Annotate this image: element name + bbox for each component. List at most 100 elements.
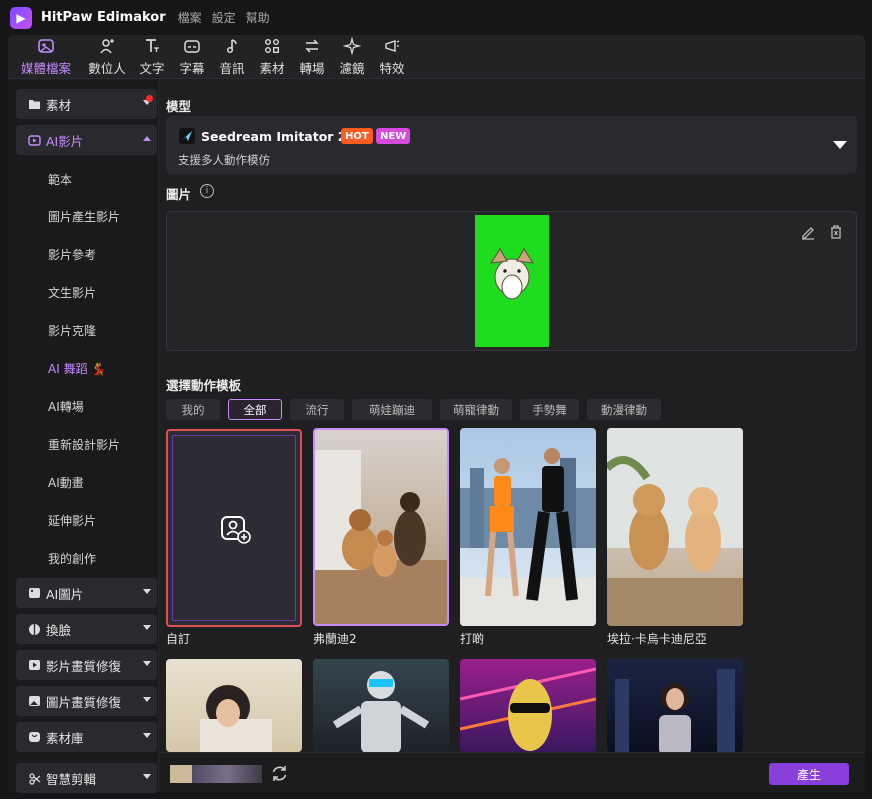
template-card-cats[interactable]: [607, 428, 743, 626]
tab-mine[interactable]: 我的: [166, 399, 220, 420]
chevron-down-icon: [143, 774, 151, 779]
tab-all[interactable]: 全部: [228, 399, 282, 420]
cat-smart-edit[interactable]: 智慧剪輯: [16, 763, 157, 793]
main-toolbar: 媒體檔案 數位人 文字 字幕 音訊 素材 轉場 濾鏡 特效: [8, 35, 865, 79]
banana-thumbnail: [460, 667, 596, 751]
info-icon[interactable]: i: [200, 184, 214, 198]
cat-ai-image[interactable]: AI圖片: [16, 578, 157, 608]
chevron-down-icon: [143, 625, 151, 630]
avatar-add-icon: [98, 36, 116, 56]
sub-ai-animation[interactable]: AI動畫: [48, 474, 84, 491]
generate-button[interactable]: 產生: [769, 763, 849, 785]
cat-label: 影片畫質修復: [46, 658, 122, 674]
hot-badge: HOT: [341, 128, 373, 144]
template-card-robot[interactable]: [313, 659, 449, 752]
image-upload-area[interactable]: [166, 211, 857, 351]
caption-icon: [183, 36, 201, 56]
tab-anime-rhythm[interactable]: 動漫律動: [587, 399, 661, 420]
refresh-icon[interactable]: [270, 764, 289, 787]
sub-my-creations[interactable]: 我的創作: [48, 550, 96, 567]
tool-label: 轉場: [299, 61, 325, 76]
cat-label: 素材: [46, 97, 72, 113]
tool-text[interactable]: 文字: [132, 35, 172, 77]
template-card-banana[interactable]: [460, 659, 596, 752]
cat-video-enhance[interactable]: 影片畫質修復: [16, 650, 157, 680]
chevron-down-icon: [143, 697, 151, 702]
tool-media[interactable]: 媒體檔案: [10, 35, 82, 77]
folder-icon: [28, 97, 42, 111]
seedream-logo-icon: [179, 128, 195, 144]
smart-edit-icon: [28, 771, 42, 785]
menu-help[interactable]: 幫助: [246, 9, 270, 26]
tool-filter[interactable]: 濾鏡: [332, 35, 372, 77]
card-label-custom: 自訂: [166, 632, 191, 646]
template-card-dogs[interactable]: [313, 428, 449, 626]
menu-file[interactable]: 檔案: [178, 9, 202, 26]
cat-label: 圖片畫質修復: [46, 694, 122, 710]
cat-library[interactable]: 素材庫: [16, 722, 157, 752]
notification-dot: [146, 95, 153, 102]
tool-label: 媒體檔案: [20, 61, 71, 76]
credits-display: [170, 765, 262, 783]
template-card-dancers[interactable]: [460, 428, 596, 626]
dance-emoji: 💃: [91, 362, 107, 376]
assets-icon: [263, 36, 281, 56]
template-card-girl[interactable]: [166, 659, 302, 752]
tool-assets[interactable]: 素材: [252, 35, 292, 77]
main-panel: 模型 Seedream Imitator 2.0 HOT NEW 支援多人動作模…: [160, 80, 865, 792]
cat-face-swap[interactable]: 換臉: [16, 614, 157, 644]
tool-audio[interactable]: 音訊: [212, 35, 252, 77]
sub-image-to-video[interactable]: 圖片產生影片: [48, 208, 120, 225]
new-badge: NEW: [376, 128, 411, 144]
girl-thumbnail: [200, 685, 272, 752]
app-logo: ▶: [10, 6, 32, 29]
city-woman-thumbnail: [615, 669, 735, 752]
face-swap-icon: [28, 622, 42, 636]
card-label-dancers: 打啲: [460, 632, 485, 646]
cat-materials[interactable]: 素材: [16, 89, 157, 119]
sidebar: 素材 AI影片 範本 圖片產生影片 影片參考 文生影片 影片克隆 AI 舞蹈 💃…: [8, 80, 159, 793]
tool-label: 濾鏡: [339, 61, 365, 76]
tool-label: 字幕: [179, 61, 205, 76]
dropdown-arrow-icon: [833, 141, 847, 149]
delete-icon[interactable]: [828, 224, 844, 244]
sub-ai-dance[interactable]: AI 舞蹈 💃: [48, 360, 106, 377]
tool-label: 數位人: [88, 61, 126, 76]
tool-effects[interactable]: 特效: [372, 35, 412, 77]
credits-blurred: [192, 765, 262, 783]
menu-settings[interactable]: 設定: [212, 9, 236, 26]
sub-video-reference[interactable]: 影片參考: [48, 246, 96, 263]
tool-label: 文字: [139, 61, 165, 76]
video-enhance-icon: [28, 658, 42, 672]
sub-ai-transition[interactable]: AI轉場: [48, 398, 84, 415]
template-tabs: 我的 全部 流行 萌娃蹦迪 萌寵律動 手勢舞 動漫律動: [166, 399, 661, 421]
tool-label: 特效: [379, 61, 405, 76]
title-bar: ▶ HitPaw Edimakor 檔案 設定 幫助: [0, 0, 872, 35]
cat-label: AI影片: [46, 133, 84, 149]
edit-icon[interactable]: [800, 224, 816, 244]
chevron-down-icon: [143, 589, 151, 594]
model-select[interactable]: Seedream Imitator 2.0 HOT NEW 支援多人動作模仿: [166, 116, 857, 174]
sub-extend-video[interactable]: 延伸影片: [48, 512, 96, 529]
cat-ai-video[interactable]: AI影片: [16, 125, 157, 155]
tool-transition[interactable]: 轉場: [292, 35, 332, 77]
tab-gesture-dance[interactable]: 手勢舞: [520, 399, 579, 420]
tab-pet-rhythm[interactable]: 萌寵律動: [440, 399, 512, 420]
chevron-up-icon: [143, 136, 151, 141]
dogs-thumbnail: [315, 450, 447, 624]
sub-text-to-video[interactable]: 文生影片: [48, 284, 96, 301]
media-icon: [37, 36, 55, 56]
tab-kids-dance[interactable]: 萌娃蹦迪: [352, 399, 432, 420]
add-avatar-icon: [220, 515, 252, 549]
sub-redesign-video[interactable]: 重新設計影片: [48, 436, 120, 453]
text-icon: [143, 36, 161, 56]
sub-template[interactable]: 範本: [48, 171, 72, 188]
tool-avatar[interactable]: 數位人: [82, 35, 132, 77]
template-card-custom[interactable]: [166, 429, 302, 627]
template-card-city-woman[interactable]: [607, 659, 743, 752]
sparkle-icon: [343, 36, 361, 56]
sub-video-clone[interactable]: 影片克隆: [48, 322, 96, 339]
cat-image-enhance[interactable]: 圖片畫質修復: [16, 686, 157, 716]
tab-popular[interactable]: 流行: [290, 399, 344, 420]
tool-caption[interactable]: 字幕: [172, 35, 212, 77]
